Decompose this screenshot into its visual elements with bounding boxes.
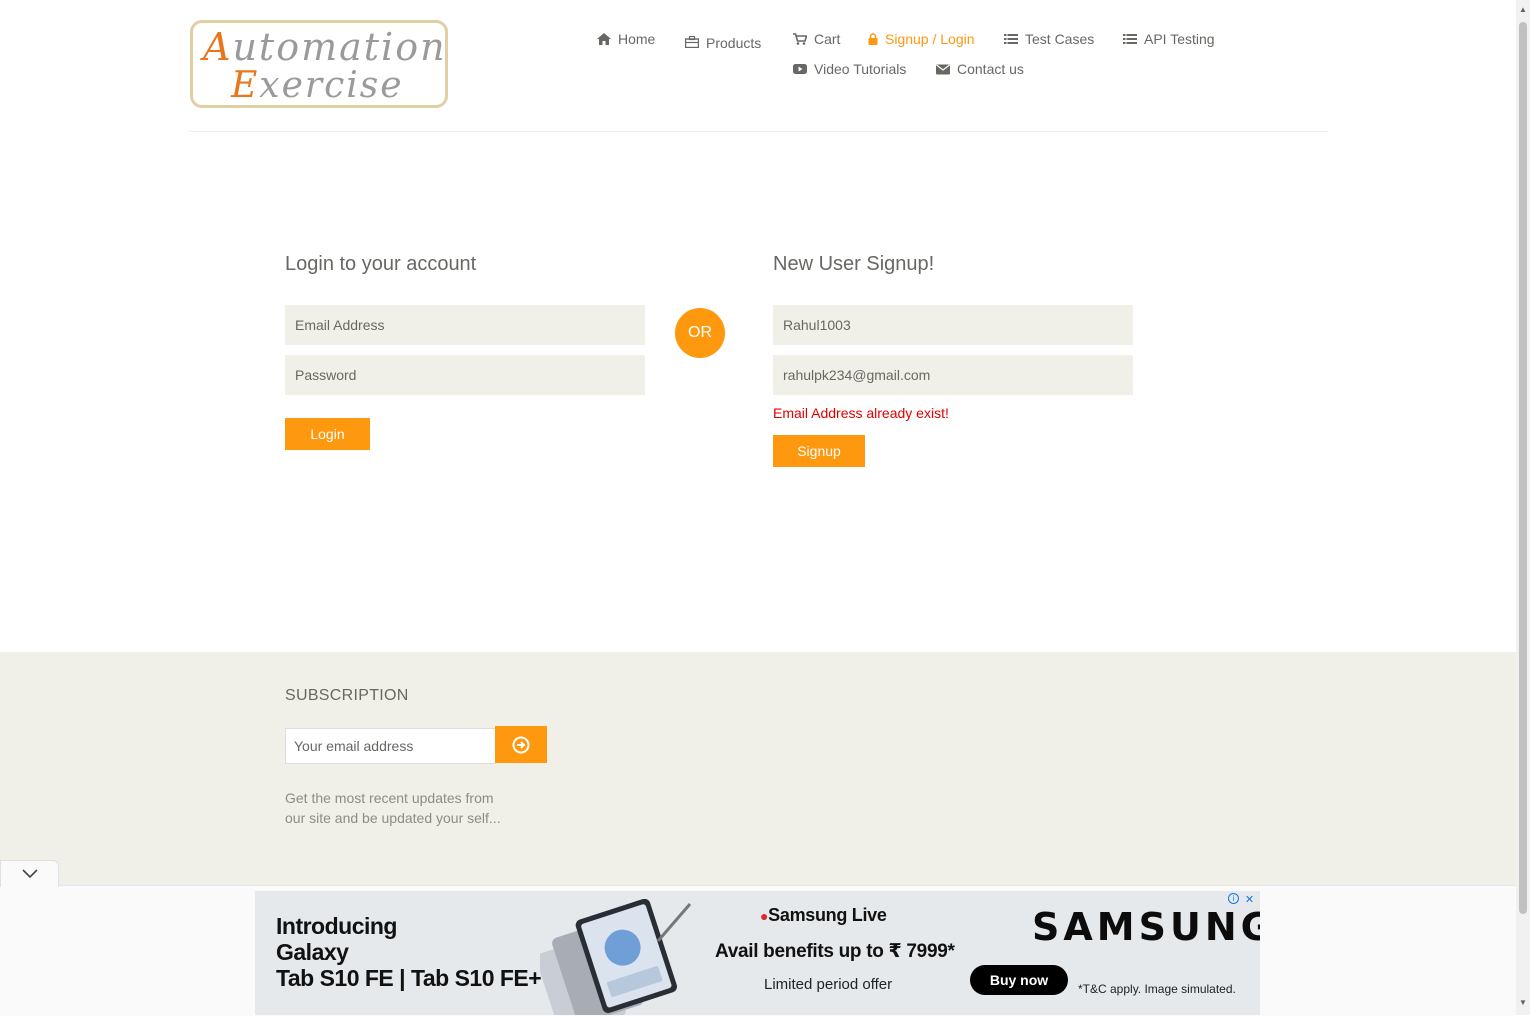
nav-products-label: Products bbox=[706, 35, 762, 51]
nav-test-cases[interactable]: Test Cases bbox=[1004, 31, 1094, 47]
logo-cap-a: A bbox=[203, 25, 233, 69]
nav-contact-us-label: Contact us bbox=[957, 61, 1024, 77]
nav-signup-login-label: Signup / Login bbox=[885, 31, 975, 47]
login-email-input[interactable]: Email Address bbox=[285, 305, 645, 345]
ad-live-label: Samsung Live bbox=[768, 905, 887, 925]
nav-home-label: Home bbox=[618, 31, 656, 47]
or-badge: OR bbox=[675, 308, 725, 358]
scroll-up-arrow-icon[interactable]: ▲ bbox=[1516, 2, 1530, 16]
ad-info-icon[interactable]: i bbox=[1228, 893, 1239, 904]
nav-api-testing-label: API Testing bbox=[1144, 31, 1215, 47]
signup-name-input[interactable]: Rahul1003 bbox=[773, 305, 1133, 345]
ad-intro-line2: Galaxy bbox=[276, 939, 349, 965]
login-title: Login to your account bbox=[285, 253, 477, 275]
site-logo[interactable]: Automation Exercise bbox=[190, 20, 448, 108]
scrollbar-thumb[interactable] bbox=[1519, 22, 1527, 914]
home-icon bbox=[597, 33, 611, 45]
login-password-input[interactable]: Password bbox=[285, 355, 645, 395]
nav-test-cases-label: Test Cases bbox=[1025, 31, 1095, 47]
buy-now-button[interactable]: Buy now bbox=[970, 965, 1068, 995]
ad-intro-line3: Tab S10 FE | Tab S10 FE+ bbox=[276, 965, 542, 991]
nav-video-tutorials-label: Video Tutorials bbox=[814, 61, 907, 77]
youtube-icon bbox=[793, 64, 807, 74]
login-button[interactable]: Login bbox=[285, 418, 370, 450]
ad-close-icon[interactable]: ✕ bbox=[1243, 893, 1256, 906]
chevron-down-icon bbox=[21, 869, 38, 879]
subscribe-button[interactable] bbox=[495, 726, 547, 763]
ad-benefit: Avail benefits up to ₹ 7999* bbox=[715, 941, 955, 962]
samsung-logo: SAMSUNG bbox=[1032, 905, 1260, 949]
nav-contact-us[interactable]: Contact us bbox=[936, 61, 1024, 77]
ad-intro-line1: Introducing bbox=[276, 913, 397, 939]
header-divider bbox=[188, 131, 1328, 132]
nav-cart-label: Cart bbox=[814, 31, 841, 47]
briefcase-icon bbox=[685, 35, 699, 48]
arrow-circle-right-icon bbox=[512, 736, 530, 753]
footer bbox=[0, 652, 1516, 892]
nav-api-testing[interactable]: API Testing bbox=[1123, 31, 1215, 47]
logo-cap-e: E bbox=[231, 65, 260, 106]
logo-text-1: utomation bbox=[232, 25, 447, 69]
signup-email-input[interactable]: rahulpk234@gmail.com bbox=[773, 355, 1133, 395]
samsung-ad-banner[interactable]: Introducing Galaxy Tab S10 FE | Tab S10 … bbox=[255, 891, 1260, 1015]
list-icon bbox=[1123, 34, 1137, 44]
nav-signup-login[interactable]: Signup / Login bbox=[868, 31, 975, 47]
ad-controls: i ✕ bbox=[1228, 893, 1256, 906]
ad-intro: Introducing Galaxy Tab S10 FE | Tab S10 … bbox=[276, 913, 542, 991]
signup-title: New User Signup! bbox=[773, 253, 935, 275]
cart-icon bbox=[793, 33, 807, 45]
ad-terms: *T&C apply. Image simulated. bbox=[1078, 982, 1236, 996]
ad-collapse-toggle[interactable] bbox=[0, 860, 59, 887]
ad-limited: Limited period offer bbox=[764, 976, 893, 993]
tablet-image bbox=[540, 899, 692, 1015]
nav-home[interactable]: Home bbox=[597, 31, 655, 47]
signup-button[interactable]: Signup bbox=[773, 435, 865, 467]
signup-error-message: Email Address already exist! bbox=[773, 405, 949, 421]
subscription-description: Get the most recent updates from our sit… bbox=[285, 790, 501, 826]
list-icon bbox=[1004, 34, 1018, 44]
ad-live: ●Samsung Live bbox=[760, 905, 887, 925]
scroll-down-arrow-icon[interactable]: ▼ bbox=[1516, 995, 1530, 1009]
footer-edge bbox=[0, 650, 175, 652]
subscription-title: SUBSCRIPTION bbox=[285, 687, 409, 704]
logo-text-2: xercise bbox=[259, 65, 404, 106]
envelope-icon bbox=[936, 64, 950, 75]
nav-products[interactable]: Products bbox=[685, 32, 761, 51]
subscription-email-input[interactable]: Your email address bbox=[285, 728, 496, 764]
lock-icon bbox=[868, 33, 878, 45]
nav-video-tutorials[interactable]: Video Tutorials bbox=[793, 61, 906, 77]
nav-cart[interactable]: Cart bbox=[793, 31, 840, 47]
